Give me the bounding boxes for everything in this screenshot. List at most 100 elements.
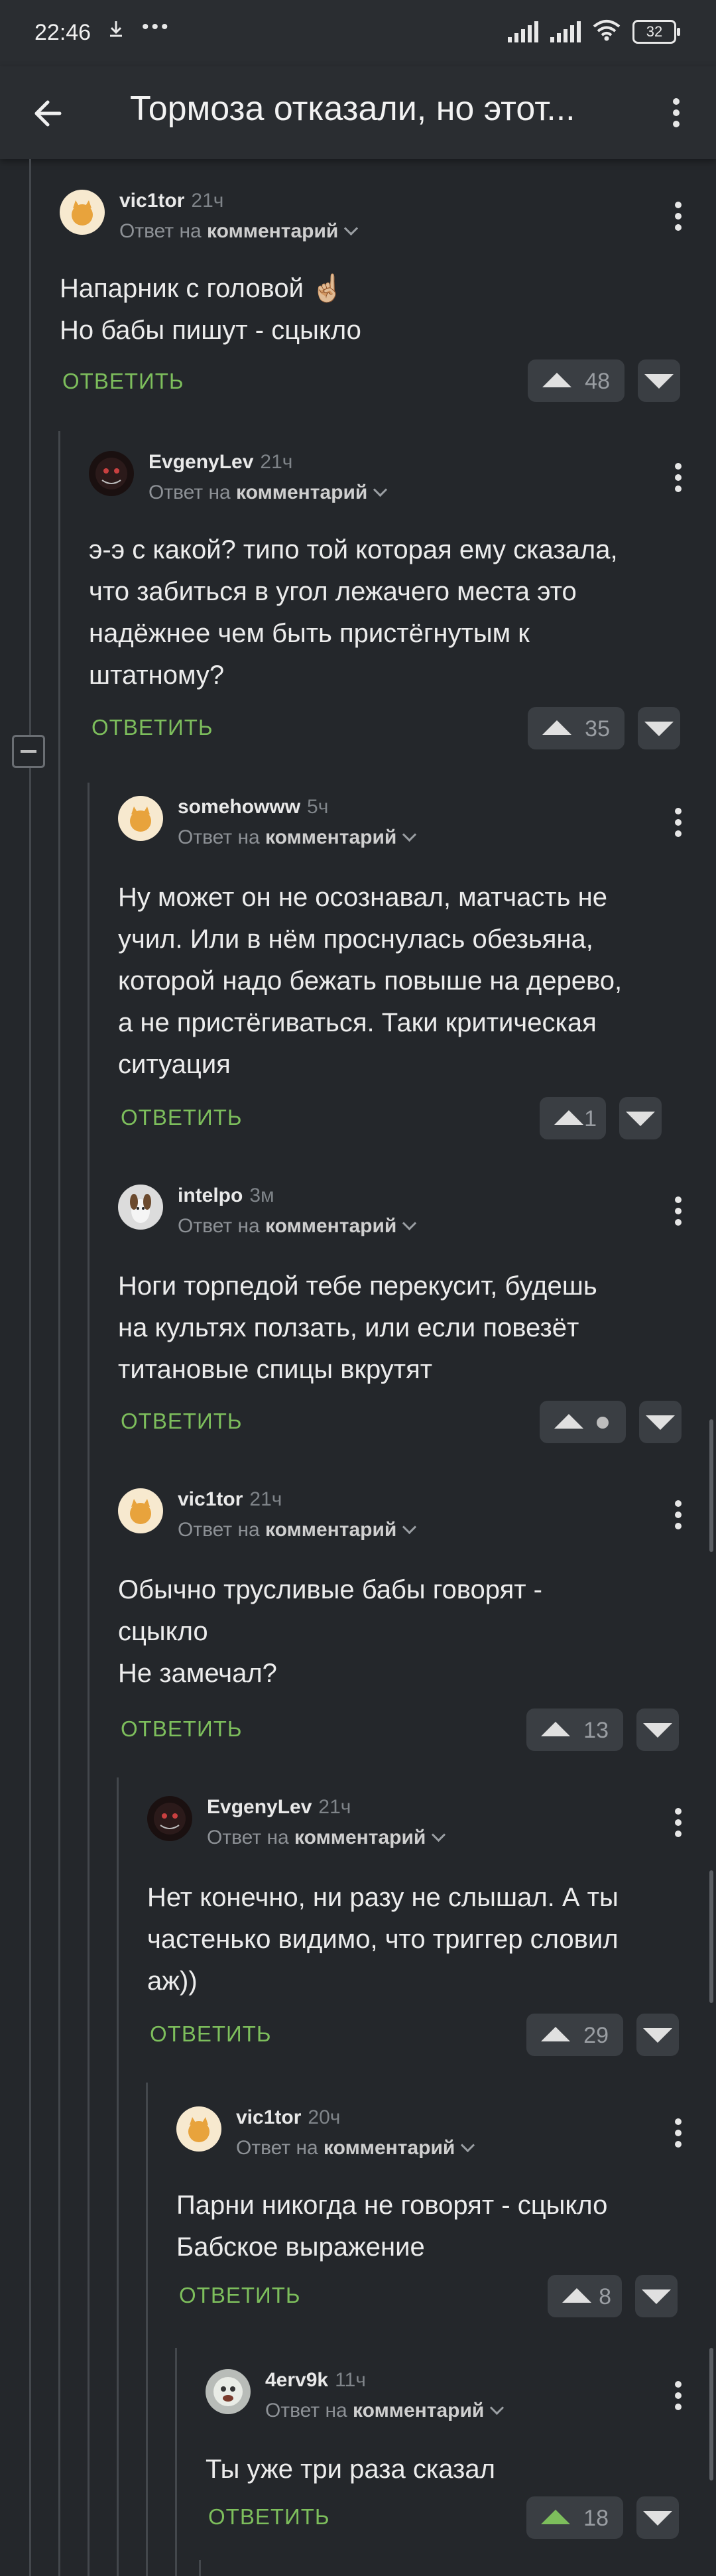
- downvote-button[interactable]: [639, 1401, 682, 1443]
- downvote-button[interactable]: [636, 2014, 679, 2056]
- more-vertical-icon[interactable]: [668, 1803, 688, 1842]
- vote-count: 1: [584, 1106, 597, 1131]
- upvote-button[interactable]: 1: [540, 1097, 606, 1139]
- comment-author[interactable]: somehowww 5ч: [178, 796, 328, 818]
- collapse-minus-icon[interactable]: [12, 735, 45, 768]
- upvote-button[interactable]: 48: [528, 359, 625, 402]
- more-vertical-icon[interactable]: [663, 93, 689, 133]
- vote-count: 8: [599, 2284, 611, 2309]
- avatar[interactable]: [89, 451, 134, 496]
- reply-to[interactable]: Ответ на комментарий: [178, 826, 417, 849]
- avatar[interactable]: [147, 1796, 192, 1841]
- thread-line: [117, 1777, 119, 2576]
- more-vertical-icon[interactable]: [668, 2113, 688, 2153]
- comment-author[interactable]: 4erv9k 11ч: [265, 2369, 366, 2392]
- reply-to[interactable]: Ответ на комментарий: [119, 220, 359, 243]
- downvote-button[interactable]: [635, 2275, 678, 2317]
- battery-icon: 32: [632, 19, 680, 44]
- reply-button[interactable]: ОТВЕТИТЬ: [121, 1716, 243, 1742]
- avatar[interactable]: [206, 2369, 251, 2414]
- reply-button[interactable]: ОТВЕТИТЬ: [208, 2504, 330, 2530]
- reply-to[interactable]: Ответ на комментарий: [236, 2137, 475, 2159]
- upvote-icon: [554, 1414, 583, 1429]
- thread-line: [199, 2560, 201, 2576]
- downvote-button[interactable]: [619, 1097, 662, 1139]
- downvote-icon: [643, 2028, 672, 2043]
- downvote-button[interactable]: [636, 2496, 679, 2539]
- more-vertical-icon[interactable]: [668, 458, 688, 497]
- upvote-button[interactable]: 18: [526, 2496, 623, 2539]
- comment: EvgenyLev 21ч Ответ на комментарий Нет ко…: [147, 1796, 696, 2075]
- comment-author[interactable]: EvgenyLev 21ч: [149, 451, 292, 474]
- avatar[interactable]: [118, 796, 163, 841]
- arrow-left-icon[interactable]: [27, 90, 73, 137]
- comment-author[interactable]: EvgenyLev 21ч: [207, 1796, 351, 1819]
- page-title: Тормоза отказали, но этот...: [130, 90, 575, 128]
- upvote-icon: [562, 2288, 591, 2303]
- chevron-down-icon: [490, 2400, 505, 2415]
- upvote-icon: [554, 1110, 583, 1125]
- comment: vic1tor 21ч Ответ на комментарий Обычно т…: [118, 1488, 696, 1767]
- comment-text: Ну может он не осознавал, матчасть не уч…: [118, 883, 623, 1079]
- comment: vic1tor 21ч Ответ на комментарий Напарник…: [60, 190, 696, 415]
- reply-button[interactable]: ОТВЕТИТЬ: [121, 1105, 243, 1130]
- scrollbar[interactable]: [709, 1419, 713, 1552]
- thread-line: [175, 2348, 177, 2576]
- upvote-icon: [541, 2510, 570, 2524]
- downvote-button[interactable]: [638, 707, 680, 749]
- comment-author[interactable]: vic1tor 21ч: [178, 1488, 282, 1511]
- comment-text: Ноги торпедой тебе перекусит, будешь на …: [118, 1271, 597, 1384]
- downvote-button[interactable]: [636, 1708, 679, 1751]
- vote-count: 48: [585, 369, 610, 394]
- vote-count: 18: [583, 2506, 609, 2531]
- reply-to[interactable]: Ответ на комментарий: [265, 2400, 505, 2422]
- more-vertical-icon[interactable]: [668, 803, 688, 842]
- thread-line: [29, 159, 31, 2576]
- reply-button[interactable]: ОТВЕТИТЬ: [91, 715, 213, 740]
- status-bar: 22:46 ••• 32: [0, 0, 716, 66]
- comment-time: 20ч: [308, 2106, 341, 2128]
- comment-text: Напарник с головой ☝🏼 Но бабы пишут - сц…: [60, 274, 361, 345]
- downvote-icon: [646, 1415, 675, 1430]
- avatar[interactable]: [176, 2106, 221, 2152]
- comment-author[interactable]: vic1tor 21ч: [119, 190, 223, 212]
- more-vertical-icon[interactable]: [668, 2376, 688, 2415]
- downvote-button[interactable]: [638, 359, 680, 402]
- more-vertical-icon[interactable]: [668, 1191, 688, 1231]
- reply-button[interactable]: ОТВЕТИТЬ: [150, 2022, 272, 2047]
- chevron-down-icon: [461, 2138, 475, 2153]
- avatar[interactable]: [118, 1185, 163, 1230]
- downvote-icon: [642, 2289, 671, 2304]
- upvote-button[interactable]: 29: [526, 2014, 623, 2056]
- reply-to[interactable]: Ответ на комментарий: [178, 1519, 417, 1541]
- avatar[interactable]: [118, 1488, 163, 1533]
- upvote-button[interactable]: 35: [528, 707, 625, 749]
- vote-count: 13: [583, 1718, 609, 1743]
- downvote-icon: [644, 374, 674, 389]
- reply-to[interactable]: Ответ на комментарий: [149, 482, 388, 504]
- comment-text: э-э с какой? типо той которая ему сказал…: [89, 535, 618, 690]
- scrollbar[interactable]: [709, 1870, 713, 2003]
- comment-author[interactable]: vic1tor 20ч: [236, 2106, 340, 2129]
- reply-to[interactable]: Ответ на комментарий: [207, 1827, 446, 1849]
- reply-button[interactable]: ОТВЕТИТЬ: [121, 1409, 243, 1434]
- reply-button[interactable]: ОТВЕТИТЬ: [179, 2283, 301, 2308]
- more-vertical-icon[interactable]: [668, 1495, 688, 1535]
- downvote-icon: [626, 1112, 655, 1126]
- avatar[interactable]: [60, 190, 105, 235]
- upvote-button[interactable]: 13: [526, 1708, 623, 1751]
- comment: intelpo 3м Ответ на комментарий Ноги торп…: [118, 1185, 696, 1456]
- signal-icon: [550, 21, 581, 42]
- upvote-button[interactable]: [540, 1401, 626, 1443]
- reply-button[interactable]: ОТВЕТИТЬ: [62, 369, 184, 394]
- upvote-button[interactable]: 8: [548, 2275, 622, 2317]
- chevron-down-icon: [402, 1519, 417, 1535]
- more-vertical-icon[interactable]: [668, 196, 688, 236]
- comment: vic1tor 20ч Ответ на комментарий Парни ни…: [176, 2106, 696, 2332]
- chevron-down-icon: [344, 221, 359, 236]
- thread-line: [146, 2083, 148, 2576]
- comment-author[interactable]: intelpo 3м: [178, 1185, 274, 1207]
- reply-to[interactable]: Ответ на комментарий: [178, 1215, 417, 1238]
- scrollbar[interactable]: [709, 2348, 713, 2480]
- vote-hidden-dot: [597, 1417, 609, 1429]
